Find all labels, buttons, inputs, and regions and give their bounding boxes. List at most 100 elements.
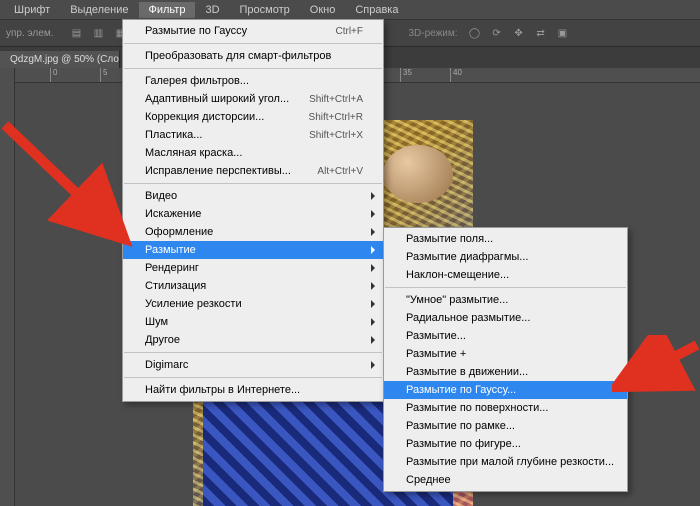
menu-item-label: Галерея фильтров... <box>145 75 363 87</box>
menubar-item-шрифт[interactable]: Шрифт <box>4 2 60 18</box>
filter-menu-item[interactable]: Найти фильтры в Интернете... <box>123 381 383 399</box>
document-tab[interactable]: QdzgM.jpg @ 50% (Слой 0 <box>0 51 120 68</box>
menu-item-label: Оформление <box>145 226 363 238</box>
align-left-icon[interactable]: ▤ <box>67 24 85 42</box>
blur-submenu-item[interactable]: Размытие по рамке... <box>384 417 627 435</box>
menu-item-label: Размытие диафрагмы... <box>406 251 607 263</box>
menu-item-label: Размытие... <box>406 330 607 342</box>
submenu-arrow-icon <box>371 264 375 272</box>
menu-separator <box>124 43 382 44</box>
roll-icon[interactable]: ⟳ <box>488 24 506 42</box>
document-tab-title: QdzgM.jpg @ 50% (Слой 0 <box>10 54 120 65</box>
blur-submenu-item[interactable]: Размытие диафрагмы... <box>384 248 627 266</box>
menu-item-label: Пластика... <box>145 129 309 141</box>
menu-item-label: Размытие по рамке... <box>406 420 607 432</box>
pan-icon[interactable]: ✥ <box>510 24 528 42</box>
menu-item-label: "Умное" размытие... <box>406 294 607 306</box>
blur-submenu-item[interactable]: Размытие по поверхности... <box>384 399 627 417</box>
blur-submenu-item[interactable]: Среднее <box>384 471 627 489</box>
menu-item-label: Размытие поля... <box>406 233 607 245</box>
zoom-icon[interactable]: ▣ <box>554 24 572 42</box>
menu-item-label: Другое <box>145 334 363 346</box>
menu-separator <box>124 377 382 378</box>
menubar-item-просмотр[interactable]: Просмотр <box>230 2 300 18</box>
menubar: ШрифтВыделениеФильтр3DПросмотрОкноСправк… <box>0 0 700 20</box>
menu-item-label: Среднее <box>406 474 607 486</box>
menu-item-label: Видео <box>145 190 363 202</box>
filter-menu-item[interactable]: Размытие по ГауссуCtrl+F <box>123 22 383 40</box>
filter-menu-item[interactable]: Исправление перспективы...Alt+Ctrl+V <box>123 162 383 180</box>
menu-item-label: Размытие <box>145 244 363 256</box>
menu-item-shortcut: Shift+Ctrl+R <box>309 112 363 123</box>
menu-item-label: Масляная краска... <box>145 147 363 159</box>
menu-item-label: Рендеринг <box>145 262 363 274</box>
menu-item-label: Размытие в движении... <box>406 366 607 378</box>
filter-menu-item[interactable]: Пластика...Shift+Ctrl+X <box>123 126 383 144</box>
menu-item-label: Адаптивный широкий угол... <box>145 93 309 105</box>
filter-menu-item[interactable]: Видео <box>123 187 383 205</box>
menubar-item-3d[interactable]: 3D <box>195 2 229 18</box>
ruler-tick: 35 <box>400 68 450 82</box>
menu-item-shortcut: Shift+Ctrl+X <box>309 130 363 141</box>
menu-item-label: Размытие по Гауссу... <box>406 384 607 396</box>
toolbar-label: упр. элем. <box>6 28 53 39</box>
align-center-icon[interactable]: ▥ <box>89 24 107 42</box>
slide-icon[interactable]: ⇄ <box>532 24 550 42</box>
filter-menu-item[interactable]: Масляная краска... <box>123 144 383 162</box>
canvas-content <box>383 145 453 203</box>
menu-item-label: Размытие по поверхности... <box>406 402 607 414</box>
filter-menu-item[interactable]: Digimarc <box>123 356 383 374</box>
submenu-arrow-icon <box>371 210 375 218</box>
menu-item-label: Стилизация <box>145 280 363 292</box>
filter-menu-item[interactable]: Искажение <box>123 205 383 223</box>
filter-menu-item[interactable]: Размытие <box>123 241 383 259</box>
menu-item-label: Усиление резкости <box>145 298 363 310</box>
menu-item-label: Радиальное размытие... <box>406 312 607 324</box>
submenu-arrow-icon <box>371 336 375 344</box>
menu-separator <box>385 287 626 288</box>
filter-menu-item[interactable]: Адаптивный широкий угол...Shift+Ctrl+A <box>123 90 383 108</box>
blur-submenu-item[interactable]: "Умное" размытие... <box>384 291 627 309</box>
filter-menu-item[interactable]: Галерея фильтров... <box>123 72 383 90</box>
orbit-icon[interactable]: ◯ <box>466 24 484 42</box>
menu-item-shortcut: Shift+Ctrl+A <box>309 94 363 105</box>
submenu-arrow-icon <box>371 246 375 254</box>
submenu-arrow-icon <box>371 282 375 290</box>
blur-submenu-item[interactable]: Размытие при малой глубине резкости... <box>384 453 627 471</box>
blur-submenu-item[interactable]: Размытие поля... <box>384 230 627 248</box>
blur-submenu-item[interactable]: Радиальное размытие... <box>384 309 627 327</box>
filter-menu-item[interactable]: Стилизация <box>123 277 383 295</box>
filter-menu-item[interactable]: Рендеринг <box>123 259 383 277</box>
filter-menu-item[interactable]: Другое <box>123 331 383 349</box>
blur-submenu-item[interactable]: Размытие + <box>384 345 627 363</box>
filter-menu-item[interactable]: Шум <box>123 313 383 331</box>
submenu-arrow-icon <box>371 318 375 326</box>
menu-item-shortcut: Alt+Ctrl+V <box>317 166 363 177</box>
ruler-vertical <box>0 68 15 506</box>
filter-menu-item[interactable]: Усиление резкости <box>123 295 383 313</box>
menubar-item-фильтр[interactable]: Фильтр <box>139 2 196 18</box>
blur-submenu-item[interactable]: Размытие по фигуре... <box>384 435 627 453</box>
blur-submenu-item[interactable]: Размытие по Гауссу... <box>384 381 627 399</box>
menu-item-label: Размытие по Гауссу <box>145 25 336 37</box>
filter-menu-item[interactable]: Коррекция дисторсии...Shift+Ctrl+R <box>123 108 383 126</box>
blur-submenu-dropdown: Размытие поля... Размытие диафрагмы... Нак… <box>383 227 628 492</box>
ruler-tick: 0 <box>50 68 100 82</box>
blur-submenu-item[interactable]: Наклон-смещение... <box>384 266 627 284</box>
blur-submenu-item[interactable]: Размытие... <box>384 327 627 345</box>
menu-item-label: Коррекция дисторсии... <box>145 111 309 123</box>
menu-item-label: Размытие + <box>406 348 607 360</box>
submenu-arrow-icon <box>371 192 375 200</box>
filter-menu-item[interactable]: Оформление <box>123 223 383 241</box>
menubar-item-выделение[interactable]: Выделение <box>60 2 138 18</box>
blur-submenu-item[interactable]: Размытие в движении... <box>384 363 627 381</box>
menubar-item-справка[interactable]: Справка <box>345 2 408 18</box>
3d-mode-label: 3D-режим: <box>408 28 457 39</box>
menu-item-label: Размытие при малой глубине резкости... <box>406 456 614 468</box>
menubar-item-окно[interactable]: Окно <box>300 2 346 18</box>
filter-menu-item[interactable]: Преобразовать для смарт-фильтров <box>123 47 383 65</box>
menu-item-label: Размытие по фигуре... <box>406 438 607 450</box>
submenu-arrow-icon <box>371 228 375 236</box>
menu-separator <box>124 352 382 353</box>
menu-item-label: Шум <box>145 316 363 328</box>
